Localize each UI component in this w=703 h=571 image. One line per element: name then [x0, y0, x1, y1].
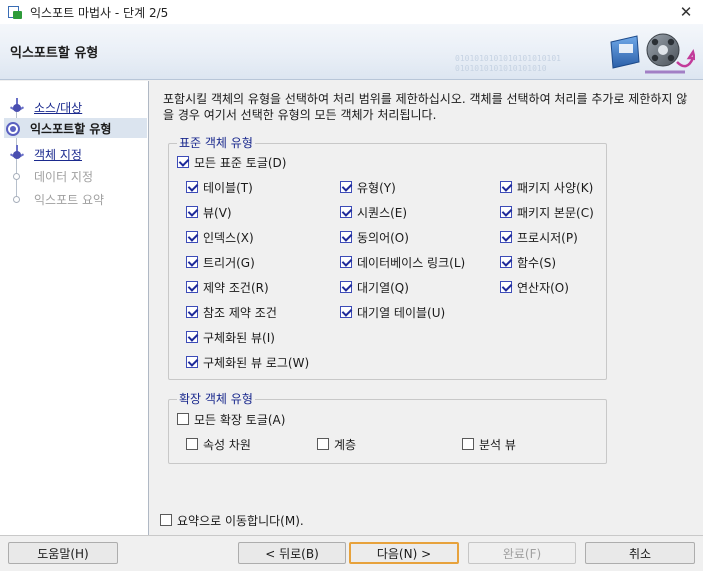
- materialized-view-logs-checkbox[interactable]: 구체화된 뷰 로그(W): [186, 353, 309, 371]
- types-checkbox[interactable]: 유형(Y): [340, 178, 396, 196]
- nav-step-specify-objects[interactable]: 객체 지정: [8, 144, 82, 164]
- checkbox-box[interactable]: [340, 231, 352, 243]
- checkbox-box[interactable]: [160, 514, 172, 526]
- nav-step-label: 익스포트 요약: [34, 192, 105, 207]
- step-done-icon: [8, 145, 26, 163]
- checkbox-box[interactable]: [500, 281, 512, 293]
- help-button[interactable]: 도움말(H): [8, 542, 118, 564]
- group-legend: 표준 객체 유형: [177, 136, 255, 150]
- toggle-all-extended-checkbox[interactable]: 모든 확장 토글(A): [177, 410, 285, 428]
- package-bodies-checkbox[interactable]: 패키지 본문(C): [500, 203, 594, 221]
- nav-step-label: 데이터 지정: [34, 169, 94, 184]
- wizard-steps-nav: 소스/대상 익스포트할 유형 객체 지정 데이터 지정 익스포트 요약: [0, 81, 149, 535]
- analytic-views-checkbox[interactable]: 분석 뷰: [462, 435, 516, 453]
- hierarchies-checkbox[interactable]: 계층: [317, 435, 356, 453]
- checkbox-box[interactable]: [500, 206, 512, 218]
- checkbox-box[interactable]: [340, 181, 352, 193]
- checkbox-box[interactable]: [317, 438, 329, 450]
- constraints-checkbox[interactable]: 제약 조건(R): [186, 278, 269, 296]
- checkbox-box[interactable]: [177, 413, 189, 425]
- nav-step-label: 객체 지정: [34, 147, 82, 162]
- checkbox-box[interactable]: [186, 438, 198, 450]
- checkbox-box[interactable]: [500, 256, 512, 268]
- binary-watermark: 0101010101010101010101 01010101010101010…: [455, 54, 561, 73]
- checkbox-box[interactable]: [500, 231, 512, 243]
- sequences-checkbox[interactable]: 시퀀스(E): [340, 203, 407, 221]
- page-title: 익스포트할 유형: [10, 46, 99, 61]
- materialized-views-checkbox[interactable]: 구체화된 뷰(I): [186, 328, 275, 346]
- package-specs-checkbox[interactable]: 패키지 사양(K): [500, 178, 593, 196]
- checkbox-box[interactable]: [186, 331, 198, 343]
- toggle-all-standard-checkbox[interactable]: 모든 표준 토글(D): [177, 153, 286, 171]
- checkbox-box[interactable]: [186, 356, 198, 368]
- standard-object-types-group: 표준 객체 유형 모든 표준 토글(D) 테이블(T) 뷰(V) 인덱스(X) …: [168, 136, 607, 380]
- step-current-icon: [4, 119, 22, 137]
- attribute-dimensions-checkbox[interactable]: 속성 차원: [186, 435, 251, 453]
- finish-button: 완료(F): [468, 542, 576, 564]
- nav-step-label: 소스/대상: [34, 100, 83, 115]
- back-button[interactable]: < 뒤로(B): [238, 542, 346, 564]
- next-button[interactable]: 다음(N) >: [349, 542, 459, 564]
- checkbox-box[interactable]: [500, 181, 512, 193]
- checkbox-box[interactable]: [462, 438, 474, 450]
- main-panel: 포함시킬 객체의 유형을 선택하여 처리 범위를 제한하십시오. 객체를 선택하…: [150, 81, 703, 535]
- checkbox-box[interactable]: [186, 181, 198, 193]
- step-pending-icon: [8, 190, 26, 208]
- cancel-button[interactable]: 취소: [585, 542, 695, 564]
- functions-checkbox[interactable]: 함수(S): [500, 253, 556, 271]
- indexes-checkbox[interactable]: 인덱스(X): [186, 228, 254, 246]
- nav-step-types-to-export[interactable]: 익스포트할 유형: [4, 118, 147, 138]
- checkbox-box[interactable]: [340, 281, 352, 293]
- database-export-icon: [610, 33, 695, 74]
- app-icon: [8, 5, 22, 19]
- nav-step-label: 익스포트할 유형: [30, 121, 112, 136]
- checkbox-box[interactable]: [186, 206, 198, 218]
- queue-tables-checkbox[interactable]: 대기열 테이블(U): [340, 303, 445, 321]
- checkbox-box[interactable]: [186, 231, 198, 243]
- window-title: 익스포트 마법사 - 단계 2/5: [30, 5, 169, 20]
- views-checkbox[interactable]: 뷰(V): [186, 203, 232, 221]
- checkbox-box[interactable]: [177, 156, 189, 168]
- checkbox-box[interactable]: [186, 306, 198, 318]
- ref-constraints-checkbox[interactable]: 참조 제약 조건: [186, 303, 277, 321]
- title-bar: 익스포트 마법사 - 단계 2/5 ✕: [0, 0, 703, 24]
- wizard-header: 익스포트할 유형 0101010101010101010101 01010101…: [0, 24, 703, 80]
- close-icon[interactable]: ✕: [669, 0, 703, 24]
- skip-to-summary-checkbox[interactable]: 요약으로 이동합니다(M).: [160, 511, 304, 529]
- checkbox-box[interactable]: [340, 256, 352, 268]
- nav-step-source-target[interactable]: 소스/대상: [8, 97, 82, 117]
- extended-object-types-group: 확장 객체 유형 모든 확장 토글(A) 속성 차원 계층 분석 뷰: [168, 392, 607, 464]
- step-done-icon: [8, 98, 26, 116]
- queues-checkbox[interactable]: 대기열(Q): [340, 278, 409, 296]
- triggers-checkbox[interactable]: 트리거(G): [186, 253, 255, 271]
- wizard-footer: 도움말(H) < 뒤로(B) 다음(N) > 완료(F) 취소: [0, 535, 703, 571]
- step-pending-icon: [8, 167, 26, 185]
- procedures-checkbox[interactable]: 프로시저(P): [500, 228, 578, 246]
- nav-step-export-summary: 익스포트 요약: [8, 189, 104, 209]
- checkbox-box[interactable]: [186, 256, 198, 268]
- synonyms-checkbox[interactable]: 동의어(O): [340, 228, 409, 246]
- database-links-checkbox[interactable]: 데이터베이스 링크(L): [340, 253, 465, 271]
- checkbox-box[interactable]: [340, 306, 352, 318]
- group-legend: 확장 객체 유형: [177, 392, 255, 406]
- operators-checkbox[interactable]: 연산자(O): [500, 278, 569, 296]
- checkbox-box[interactable]: [186, 281, 198, 293]
- instructions-text: 포함시킬 객체의 유형을 선택하여 처리 범위를 제한하십시오. 객체를 선택하…: [163, 92, 688, 122]
- nav-step-specify-data: 데이터 지정: [8, 166, 93, 186]
- checkbox-box[interactable]: [340, 206, 352, 218]
- tables-checkbox[interactable]: 테이블(T): [186, 178, 253, 196]
